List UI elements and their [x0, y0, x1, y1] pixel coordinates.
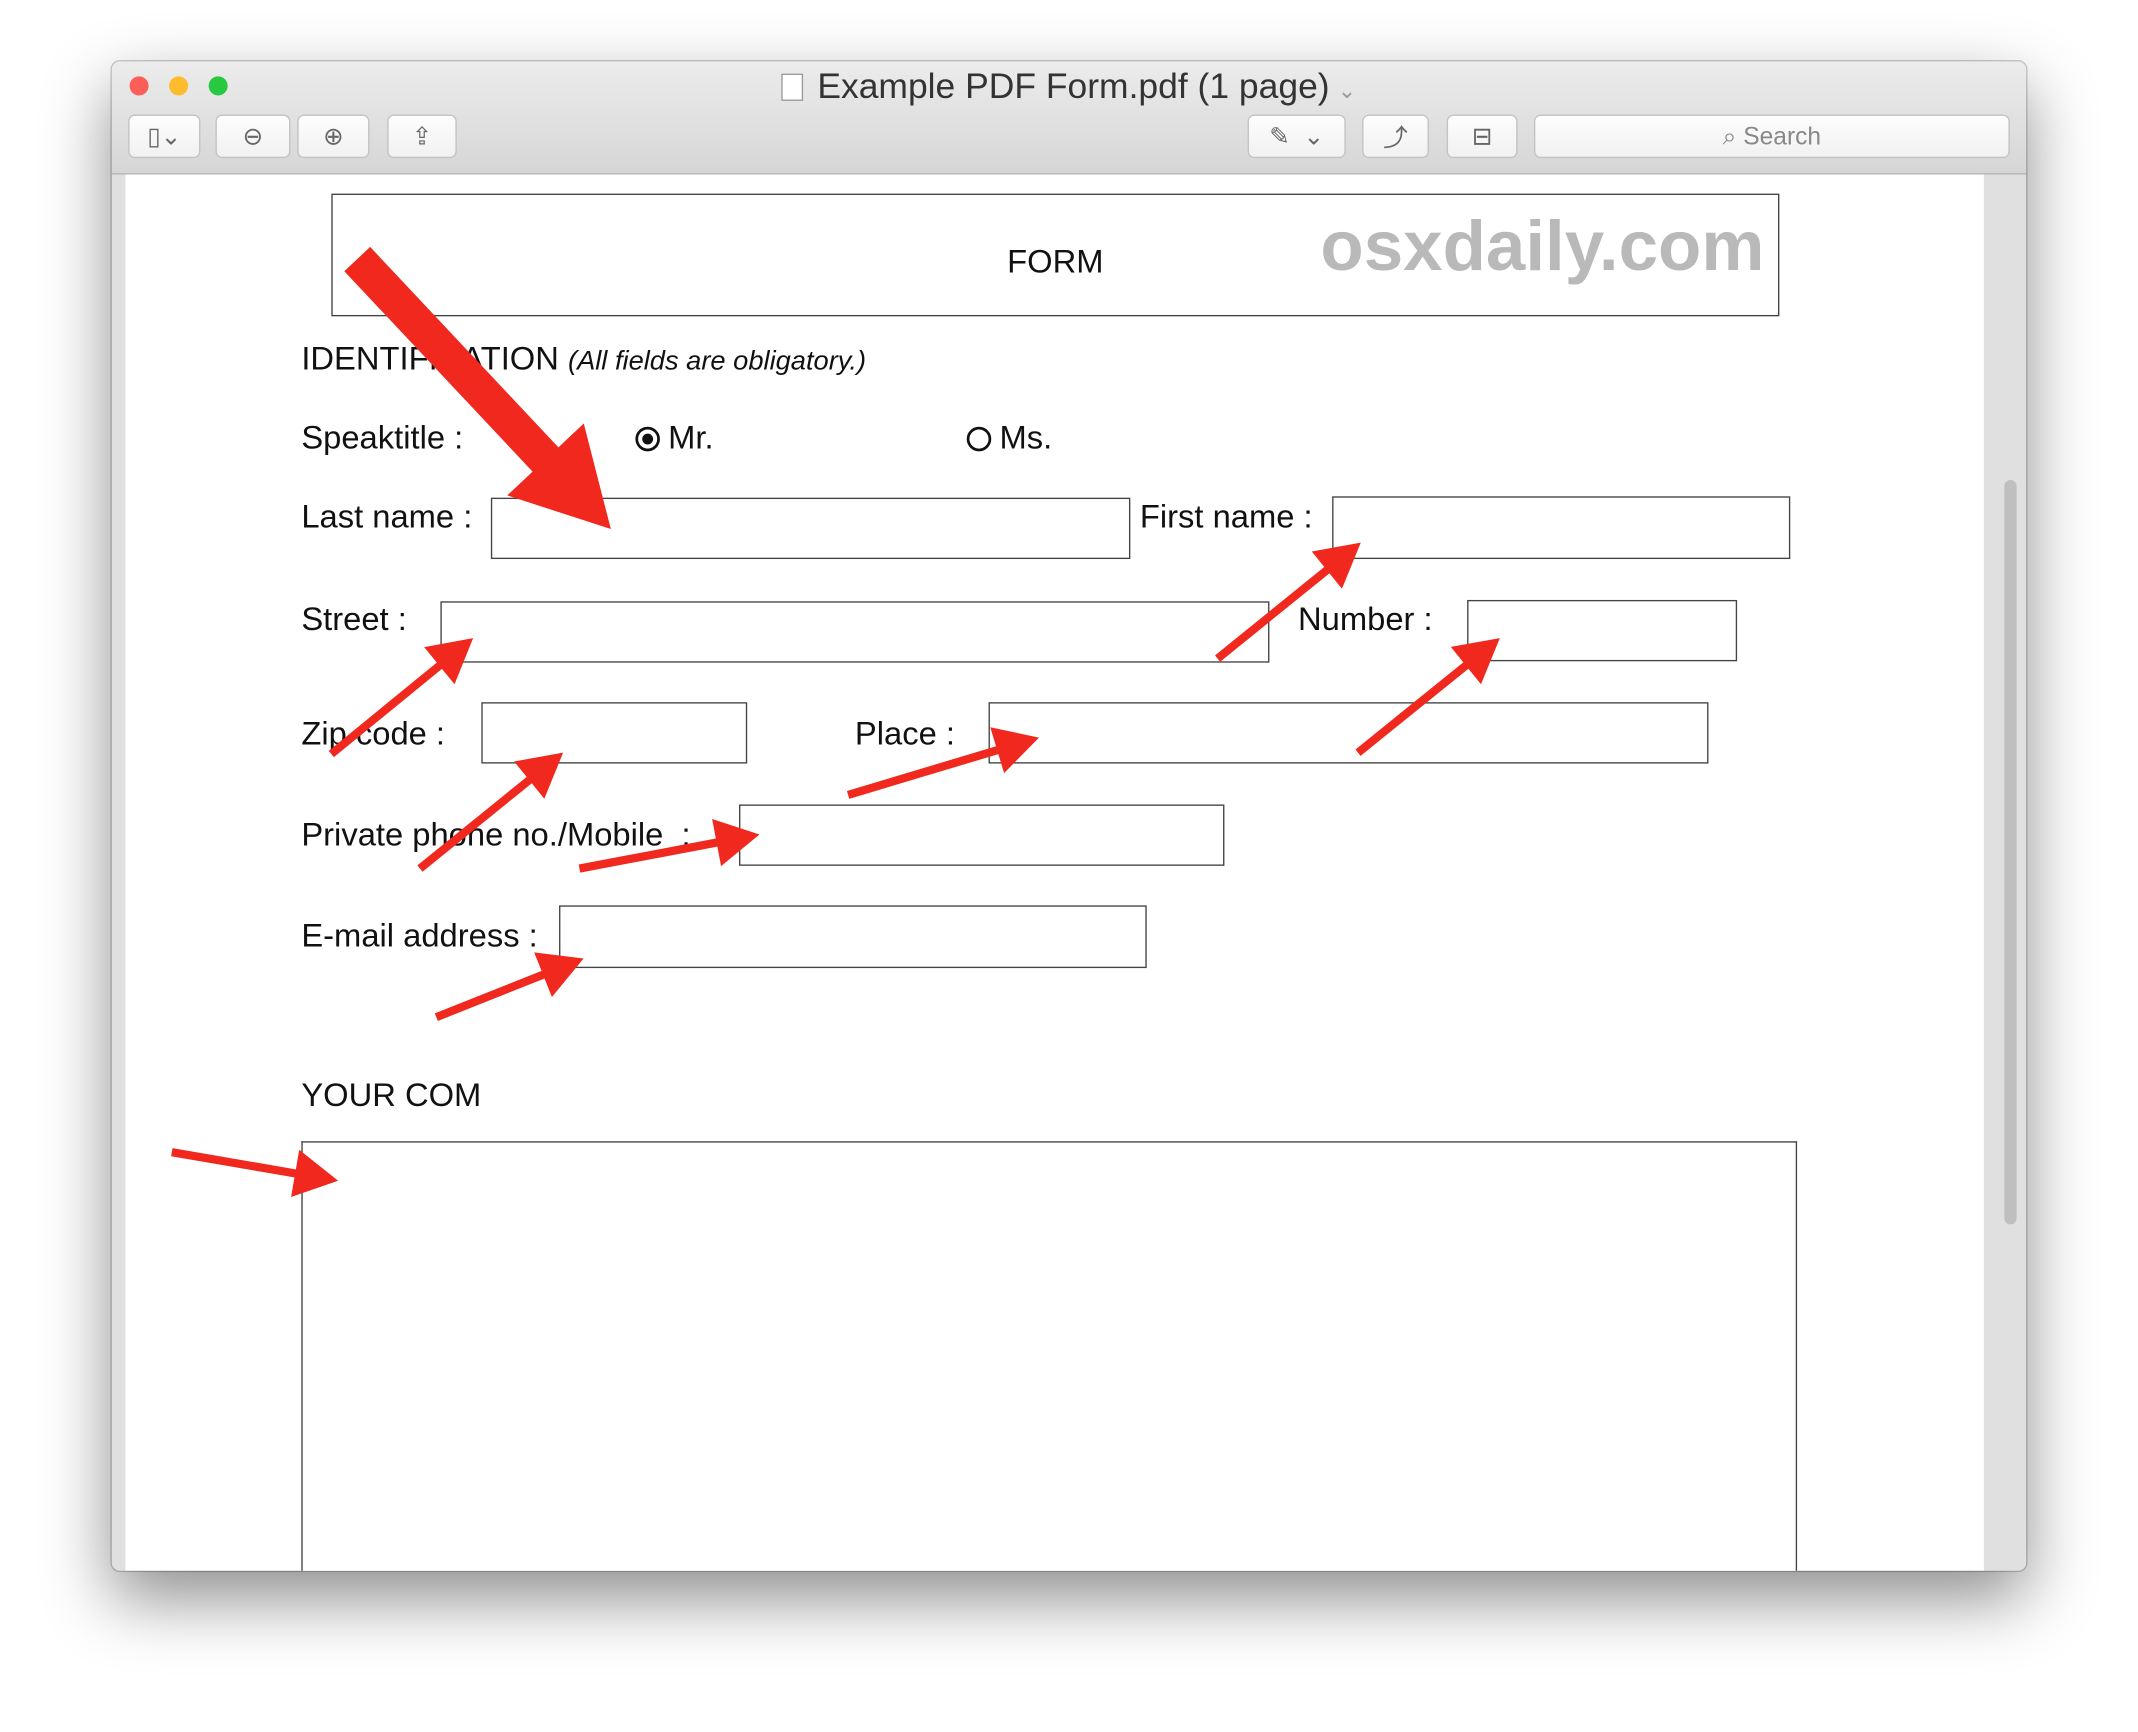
radio-button-selected[interactable]	[635, 426, 660, 452]
street-field[interactable]	[440, 601, 1270, 663]
email-field[interactable]	[559, 905, 1147, 969]
street-label: Street :	[301, 601, 407, 639]
chevron-down-icon: ⌄	[1337, 80, 1357, 104]
rotate-icon: ⤴	[1383, 124, 1408, 152]
form-header-box: FORM osxdaily.com	[331, 193, 1780, 317]
place-field[interactable]	[988, 702, 1709, 764]
zoom-out-icon: ⊖	[242, 122, 264, 150]
sidebar-icon: ▯⌄	[147, 122, 182, 150]
chevron-down-icon: ⌄	[1303, 122, 1325, 150]
pen-icon: ✎	[1269, 122, 1290, 150]
phone-field[interactable]	[739, 804, 1225, 866]
vertical-scrollbar[interactable]	[2004, 479, 2017, 1225]
watermark: osxdaily.com	[1320, 207, 1765, 287]
zoom-in-button[interactable]: ⊕	[297, 114, 370, 159]
share-icon: ⇪	[411, 122, 433, 150]
search-field[interactable]: ⌕ Search	[1533, 114, 2010, 159]
comments-field[interactable]	[301, 1141, 1798, 1571]
zip-code-label: Zip code :	[301, 715, 446, 753]
number-label: Number :	[1298, 601, 1433, 639]
number-field[interactable]	[1467, 599, 1738, 662]
window-title[interactable]: Example PDF Form.pdf (1 page) ⌄	[112, 65, 2026, 107]
section-title: IDENTIFICATION	[301, 340, 559, 378]
search-placeholder: Search	[1743, 122, 1822, 150]
first-name-label: First name :	[1139, 499, 1313, 536]
first-name-field[interactable]	[1332, 496, 1791, 560]
radio-mr-label: Mr.	[668, 419, 714, 457]
toolbox-icon: ⊟	[1471, 122, 1493, 150]
zip-code-field[interactable]	[481, 702, 748, 764]
titlebar: Example PDF Form.pdf (1 page) ⌄ ▯⌄ ⊖ ⊕ ⇪ …	[111, 61, 2027, 175]
radio-button[interactable]	[966, 426, 992, 452]
comments-label: YOUR COM	[301, 1077, 482, 1114]
section-note: (All fields are obligatory.)	[567, 346, 867, 377]
place-label: Place :	[854, 715, 955, 753]
radio-ms-label: Ms.	[999, 419, 1053, 457]
title-text: Example PDF Form.pdf (1 page)	[817, 65, 1330, 107]
email-label: E-mail address :	[301, 917, 538, 955]
section-identification: IDENTIFICATION (All fields are obligator…	[301, 341, 866, 379]
share-button[interactable]: ⇪	[387, 114, 457, 159]
rotate-button[interactable]: ⤴	[1362, 114, 1429, 159]
last-name-field[interactable]	[490, 497, 1131, 560]
zoom-in-icon: ⊕	[323, 122, 344, 150]
markup-button[interactable]: ✎ ⌄	[1247, 114, 1346, 159]
speaktitle-label: Speaktitle :	[301, 419, 464, 457]
toolbox-button[interactable]: ⊟	[1446, 114, 1518, 159]
last-name-label: Last name :	[301, 499, 473, 536]
radio-mr[interactable]: Mr.	[635, 419, 714, 458]
sidebar-toggle-button[interactable]: ▯⌄	[128, 114, 201, 159]
search-icon: ⌕	[1722, 122, 1737, 150]
pdf-document-icon	[781, 73, 804, 101]
radio-ms[interactable]: Ms.	[966, 419, 1053, 458]
zoom-out-button[interactable]: ⊖	[215, 114, 291, 159]
phone-label: Private phone no./Mobile :	[301, 816, 691, 854]
